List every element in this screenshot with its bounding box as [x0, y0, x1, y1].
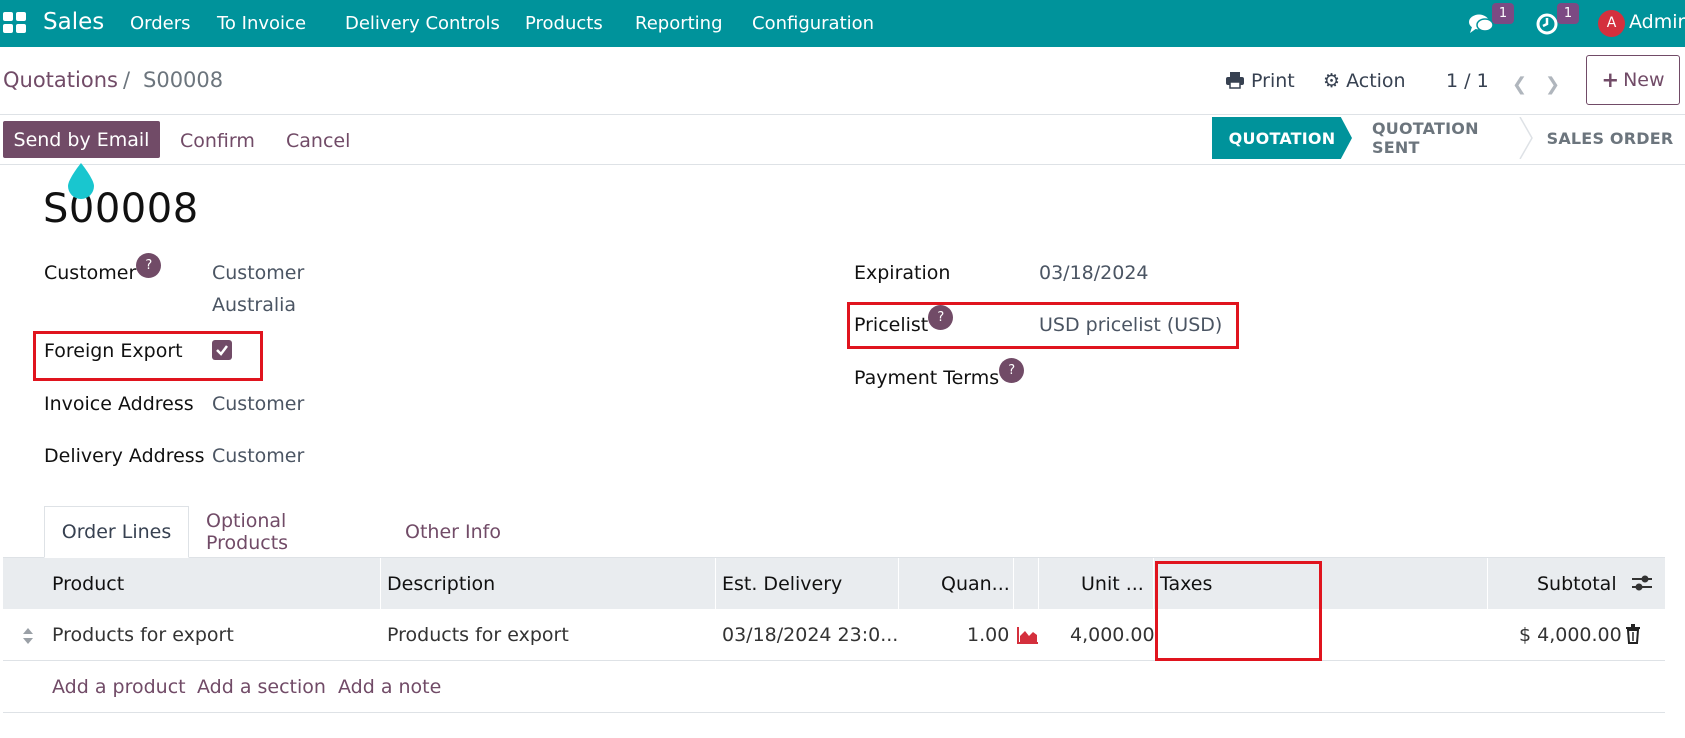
cancel-button[interactable]: Cancel: [286, 130, 350, 152]
column-separator: [1038, 558, 1039, 609]
new-label: New: [1623, 69, 1665, 91]
messages-icon[interactable]: [1468, 13, 1494, 35]
tab-optional-products[interactable]: Optional Products: [206, 506, 371, 558]
column-separator: [1153, 558, 1154, 609]
print-label: Print: [1251, 70, 1295, 92]
pager-next-icon[interactable]: ❯: [1545, 74, 1560, 95]
header-product[interactable]: Product: [52, 573, 124, 595]
cursor-drop-icon: [68, 163, 94, 199]
plus-icon: +: [1601, 68, 1620, 92]
app-name[interactable]: Sales: [43, 9, 104, 35]
taxes-highlight: [1155, 561, 1322, 661]
apps-menu-icon[interactable]: [3, 12, 27, 34]
menu-orders[interactable]: Orders: [130, 13, 191, 34]
delivery-address-label: Delivery Address: [44, 445, 205, 467]
forecast-chart-icon[interactable]: [1017, 626, 1039, 644]
header-unit-price[interactable]: Unit ...: [1081, 573, 1144, 595]
pager-previous-icon[interactable]: ❮: [1512, 74, 1527, 95]
menu-configuration[interactable]: Configuration: [752, 13, 874, 34]
gear-icon: ⚙: [1323, 70, 1341, 92]
customer-value-line2[interactable]: Australia: [212, 294, 296, 316]
column-separator: [380, 558, 381, 609]
cell-description[interactable]: Products for export: [387, 624, 569, 646]
customer-label: Customer?: [44, 253, 162, 287]
print-icon: [1226, 72, 1244, 89]
tab-order-lines[interactable]: Order Lines: [44, 506, 189, 558]
header-est-delivery[interactable]: Est. Delivery: [722, 573, 842, 595]
payment-terms-help-icon[interactable]: ?: [999, 358, 1025, 383]
menu-reporting[interactable]: Reporting: [635, 13, 723, 34]
activities-clock-icon[interactable]: [1535, 12, 1559, 36]
customer-value-line1[interactable]: Customer: [212, 262, 304, 284]
trash-icon[interactable]: [1625, 624, 1641, 644]
menu-products[interactable]: Products: [525, 13, 603, 34]
column-separator: [1487, 558, 1488, 609]
customer-help-icon[interactable]: ?: [136, 253, 162, 278]
cell-unit-price[interactable]: 4,000.00: [1070, 624, 1155, 646]
column-separator: [715, 558, 716, 609]
action-label: Action: [1346, 70, 1406, 92]
pager-value[interactable]: 1 / 1: [1446, 70, 1489, 92]
cell-subtotal: $ 4,000.00: [1519, 624, 1622, 646]
cell-est-delivery[interactable]: 03/18/2024 23:0...: [722, 624, 898, 646]
order-lines-header: Product Description Est. Delivery Quan..…: [3, 558, 1665, 609]
new-button[interactable]: + New: [1586, 55, 1680, 105]
header-description[interactable]: Description: [387, 573, 495, 595]
stage-quotation[interactable]: QUOTATION: [1212, 117, 1352, 159]
add-product-link[interactable]: Add a product: [52, 676, 186, 698]
menu-to-invoice[interactable]: To Invoice: [217, 13, 306, 34]
expiration-label: Expiration: [854, 262, 951, 284]
optional-columns-icon[interactable]: [1631, 573, 1653, 593]
activities-count-badge: 1: [1557, 3, 1579, 24]
delivery-address-value[interactable]: Customer: [212, 445, 304, 467]
column-separator: [898, 558, 899, 609]
add-section-link[interactable]: Add a section: [197, 676, 326, 698]
control-panel: Quotations / S00008 Print ⚙ Action 1 / 1…: [0, 47, 1685, 115]
top-navbar: Sales Orders To Invoice Delivery Control…: [0, 0, 1685, 47]
invoice-address-label: Invoice Address: [44, 393, 194, 415]
user-avatar[interactable]: A: [1598, 10, 1625, 37]
invoice-address-value[interactable]: Customer: [212, 393, 304, 415]
action-button[interactable]: ⚙ Action: [1323, 70, 1406, 92]
status-bar: Send by Email Confirm Cancel QUOTATION Q…: [0, 115, 1685, 165]
messages-count-badge: 1: [1492, 3, 1514, 24]
tab-other-info[interactable]: Other Info: [398, 506, 508, 558]
payment-terms-label: Payment Terms?: [854, 358, 1025, 392]
cell-quantity[interactable]: 1.00: [967, 624, 1009, 646]
header-quantity[interactable]: Quan...: [941, 573, 1010, 595]
drag-handle-icon[interactable]: [21, 626, 35, 646]
add-note-link[interactable]: Add a note: [338, 676, 441, 698]
breadcrumb-separator: /: [123, 68, 131, 92]
header-subtotal[interactable]: Subtotal: [1537, 573, 1617, 595]
confirm-button[interactable]: Confirm: [180, 130, 255, 152]
add-line-row: Add a product Add a section Add a note: [3, 661, 1665, 713]
breadcrumb-quotations[interactable]: Quotations: [3, 68, 118, 92]
menu-delivery-controls[interactable]: Delivery Controls: [345, 13, 500, 34]
cell-product[interactable]: Products for export: [52, 624, 234, 646]
notebook-tabs: Order Lines Optional Products Other Info: [3, 506, 1665, 558]
expiration-value[interactable]: 03/18/2024: [1039, 262, 1149, 284]
stage-separator-icon: [1519, 117, 1533, 159]
pricelist-highlight: [847, 302, 1239, 349]
send-by-email-button[interactable]: Send by Email: [3, 121, 160, 158]
print-button[interactable]: Print: [1225, 70, 1295, 92]
stage-sales-order[interactable]: SALES ORDER: [1545, 117, 1675, 159]
user-name[interactable]: Admin: [1629, 11, 1685, 33]
breadcrumb-current: S00008: [143, 68, 224, 92]
table-row[interactable]: Products for export Products for export …: [3, 609, 1665, 661]
stage-quotation-sent[interactable]: QUOTATION SENT: [1372, 117, 1514, 159]
column-separator: [1013, 558, 1014, 609]
foreign-export-highlight: [33, 331, 263, 381]
